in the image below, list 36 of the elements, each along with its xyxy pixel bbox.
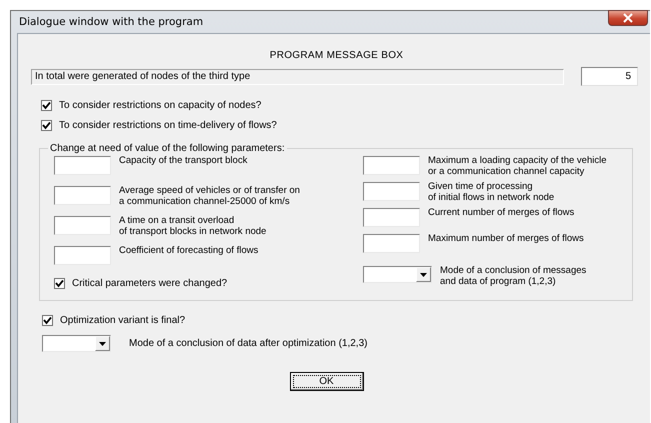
- close-button[interactable]: [608, 10, 648, 26]
- input-field[interactable]: [363, 234, 420, 253]
- input-field[interactable]: [363, 208, 420, 227]
- field-label: Maximum number of merges of flows: [428, 234, 584, 244]
- count-field: 5: [581, 67, 638, 86]
- checkbox[interactable]: [41, 100, 52, 111]
- dropdown[interactable]: [42, 335, 111, 352]
- input-field[interactable]: [363, 182, 420, 201]
- checkbox[interactable]: [41, 120, 52, 131]
- dropdown-label: Mode of a conclusion of messages and data of program (1,2,3): [440, 266, 586, 287]
- field-label: A time on a transit overload of transport blocks in network node: [119, 216, 266, 237]
- checkbox-label: To consider restrictions on time-delivery of flows?: [59, 120, 277, 131]
- input-field[interactable]: [363, 156, 420, 175]
- checkbox[interactable]: [54, 278, 65, 289]
- field-label: Capacity of the transport block: [119, 156, 248, 166]
- ok-button[interactable]: OK: [290, 372, 364, 391]
- input-field[interactable]: [54, 246, 111, 265]
- checkbox-label: Critical parameters were changed?: [72, 278, 228, 289]
- field-label: Maximum a loading capacity of the vehicle or a communication channel capacity: [428, 156, 606, 177]
- message-field: In total were generated of nodes of the third type: [31, 68, 564, 84]
- field-label: Given time of processing of initial flows in network node: [428, 182, 554, 203]
- field-label: Average speed of vehicles or of transfer on a communication channel-25000 of km/s: [119, 186, 300, 207]
- window-title: Dialogue window with the program: [19, 16, 204, 28]
- close-icon: [622, 13, 634, 23]
- checkbox-label: Optimization variant is final?: [60, 315, 186, 326]
- field-label: Current number of merges of flows: [428, 208, 574, 218]
- input-field[interactable]: [54, 216, 111, 235]
- checkbox-label: To consider restrictions on capacity of nodes?: [59, 100, 262, 111]
- dropdown[interactable]: [363, 266, 432, 283]
- dropdown-label: Mode of a conclusion of data after optimization (1,2,3): [129, 338, 368, 349]
- input-field[interactable]: [54, 156, 111, 175]
- input-field[interactable]: [54, 186, 111, 205]
- checkbox[interactable]: [42, 315, 53, 326]
- group-title: Change at need of value of the following parameters:: [49, 143, 286, 154]
- field-label: Coefficient of forecasting of flows: [119, 246, 258, 256]
- dialog-heading: PROGRAM MESSAGE BOX: [268, 50, 404, 61]
